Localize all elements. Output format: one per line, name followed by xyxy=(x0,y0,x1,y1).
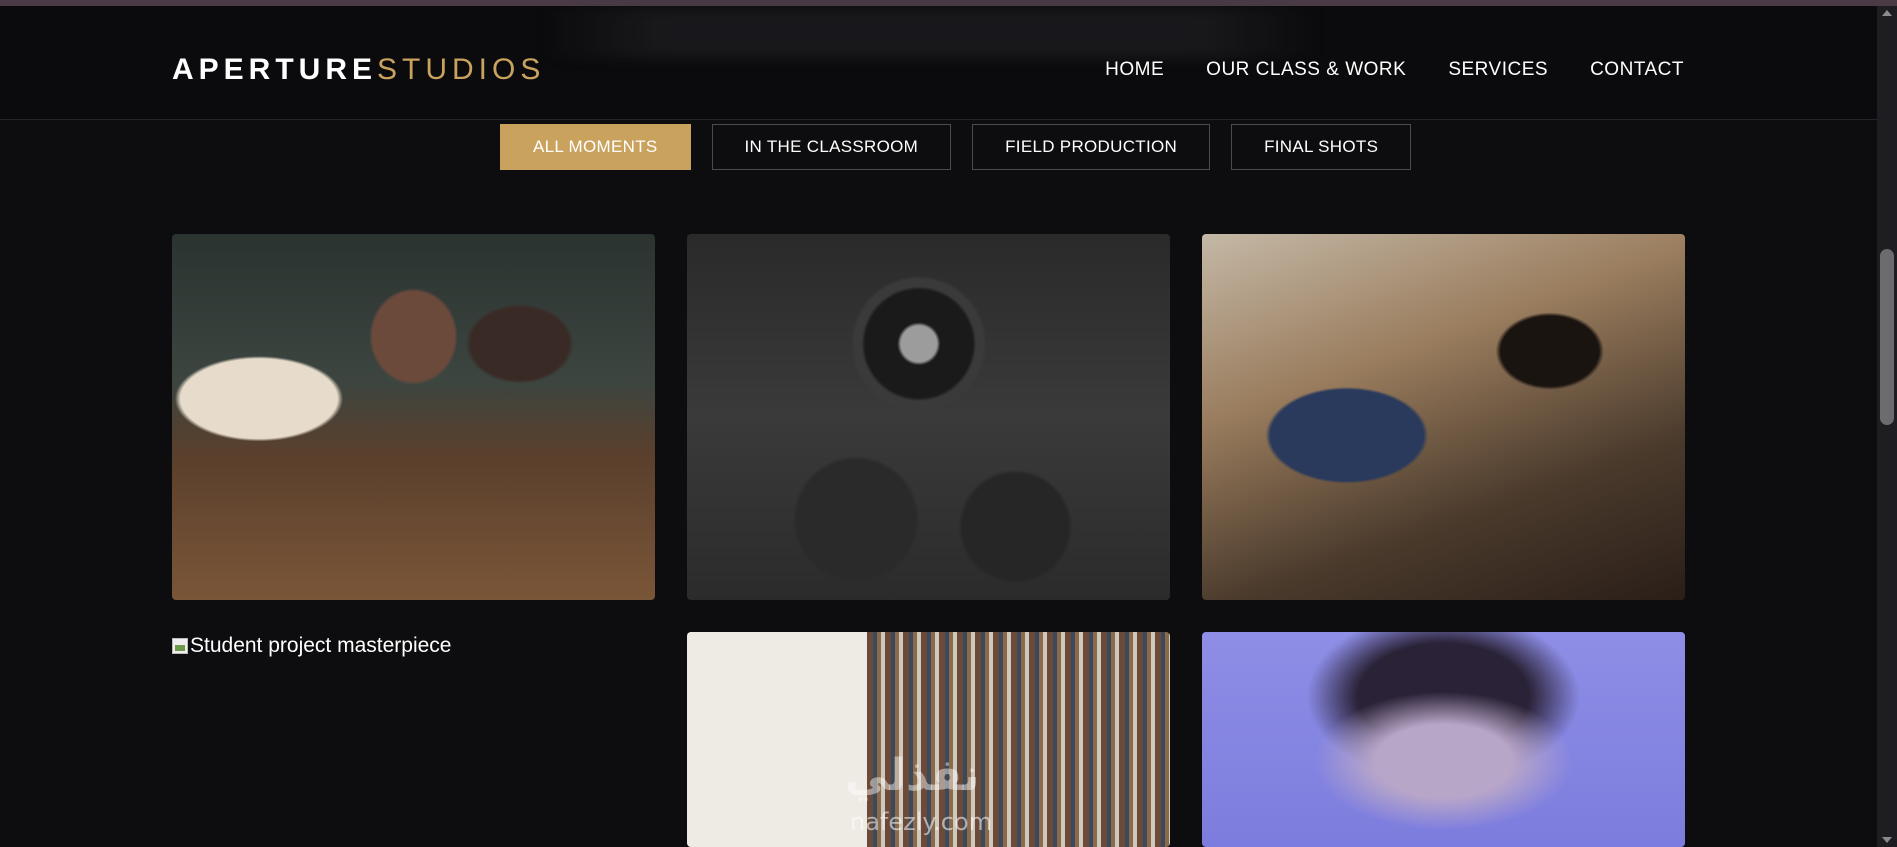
scroll-up-arrow-icon[interactable] xyxy=(1882,10,1892,16)
nav-contact[interactable]: CONTACT xyxy=(1590,56,1684,84)
watermark-latin: nafezly.com xyxy=(850,808,993,836)
filter-all-moments[interactable]: ALL MOMENTS xyxy=(500,124,691,170)
filter-field-production[interactable]: FIELD PRODUCTION xyxy=(972,124,1211,170)
logo-part-aperture: APERTURE xyxy=(172,53,378,86)
nav-home[interactable]: HOME xyxy=(1105,56,1164,84)
gallery-photo-students-coding[interactable] xyxy=(1202,234,1685,600)
background-heading-blur xyxy=(540,8,1320,58)
filter-final-shots[interactable]: FINAL SHOTS xyxy=(1231,124,1412,170)
gallery-filters: ALL MOMENTS IN THE CLASSROOM FIELD PRODU… xyxy=(500,124,1412,170)
filter-in-the-classroom[interactable]: IN THE CLASSROOM xyxy=(711,124,952,170)
watermark-arabic: نفذلي xyxy=(845,750,980,801)
nav-our-class-work[interactable]: OUR CLASS & WORK xyxy=(1206,56,1406,84)
nav-services[interactable]: SERVICES xyxy=(1448,56,1548,84)
scroll-down-arrow-icon[interactable] xyxy=(1882,837,1892,843)
gallery-photo-broken[interactable]: Student project masterpiece xyxy=(172,634,451,658)
page-scrollbar[interactable] xyxy=(1877,6,1897,847)
site-header: APERTURESTUDIOS HOME OUR CLASS & WORK SE… xyxy=(0,6,1877,120)
gallery-photo-camera-lenses[interactable] xyxy=(687,234,1170,600)
site-logo[interactable]: APERTURESTUDIOS xyxy=(172,50,545,90)
main-nav: HOME OUR CLASS & WORK SERVICES CONTACT xyxy=(1105,56,1684,84)
broken-image-icon xyxy=(172,638,188,654)
gallery-photo-portrait[interactable] xyxy=(1202,632,1685,847)
broken-image-alt-text: Student project masterpiece xyxy=(190,634,452,657)
gallery-photo-classroom-laptops[interactable] xyxy=(172,234,655,600)
logo-part-studios: STUDIOS xyxy=(377,53,546,86)
scrollbar-thumb[interactable] xyxy=(1880,249,1894,425)
